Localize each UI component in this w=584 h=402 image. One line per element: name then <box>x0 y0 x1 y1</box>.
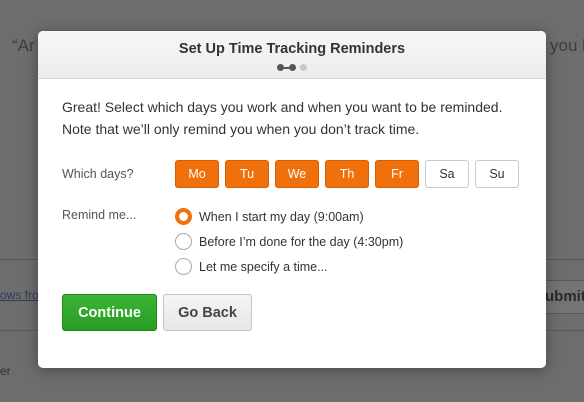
radio-unchecked-icon[interactable] <box>175 233 192 250</box>
days-row: Which days? Mo Tu We Th Fr Sa Su <box>62 160 522 188</box>
background-quote-end: you h <box>550 36 584 55</box>
radio-unchecked-icon[interactable] <box>175 258 192 275</box>
intro-text: Great! Select which days you work and wh… <box>62 99 503 137</box>
day-toggle-su[interactable]: Su <box>475 160 519 188</box>
day-toggle-tu[interactable]: Tu <box>225 160 269 188</box>
remind-options: When I start my day (9:00am) Before I’m d… <box>175 207 403 276</box>
radio-checked-icon[interactable] <box>175 208 192 225</box>
remind-option-label: Before I’m done for the day (4:30pm) <box>199 234 404 249</box>
continue-button[interactable]: Continue <box>62 294 157 331</box>
day-toggle-mo[interactable]: Mo <box>175 160 219 188</box>
background-footer-text: er <box>0 364 11 378</box>
go-back-button[interactable]: Go Back <box>163 294 252 331</box>
dialog-body: Great! Select which days you work and wh… <box>38 79 546 331</box>
step-dot-2 <box>289 64 296 71</box>
step-indicator <box>38 64 546 71</box>
background-link: ows fro <box>0 288 39 302</box>
dialog-actions: Continue Go Back <box>62 294 522 331</box>
remind-option[interactable]: Before I’m done for the day (4:30pm) <box>175 232 403 251</box>
remind-label: Remind me... <box>62 208 137 222</box>
day-selector: Mo Tu We Th Fr Sa Su <box>175 160 519 188</box>
dialog-title: Set Up Time Tracking Reminders <box>178 41 406 57</box>
step-dot-3 <box>300 64 307 71</box>
day-toggle-sa[interactable]: Sa <box>425 160 469 188</box>
dialog-header: Set Up Time Tracking Reminders <box>38 31 546 79</box>
reminders-dialog: Set Up Time Tracking Reminders Great! Se… <box>38 31 546 368</box>
remind-option[interactable]: When I start my day (9:00am) <box>175 207 403 226</box>
remind-option[interactable]: Let me specify a time... <box>175 257 403 276</box>
day-toggle-th[interactable]: Th <box>325 160 369 188</box>
background-quote-start: “Ar <box>12 36 35 55</box>
remind-option-label: When I start my day (9:00am) <box>199 209 364 224</box>
remind-row: Remind me... When I start my day (9:00am… <box>62 207 522 276</box>
remind-option-label: Let me specify a time... <box>199 259 328 274</box>
day-toggle-we[interactable]: We <box>275 160 319 188</box>
days-label: Which days? <box>62 167 134 181</box>
day-toggle-fr[interactable]: Fr <box>375 160 419 188</box>
step-dot-1 <box>277 64 284 71</box>
